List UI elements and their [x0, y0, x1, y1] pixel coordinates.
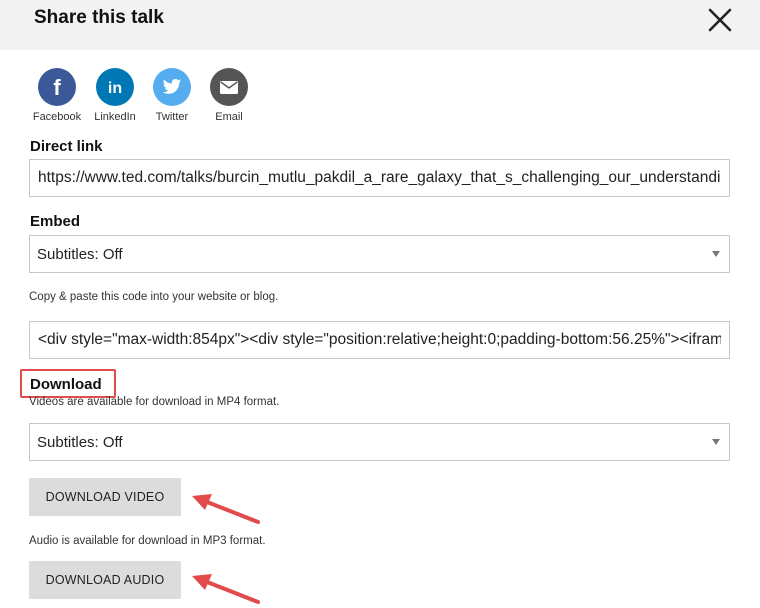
share-linkedin-label: LinkedIn	[94, 111, 136, 123]
svg-text:f: f	[53, 75, 61, 100]
download-subtitles-select[interactable]: Subtitles: Off	[29, 423, 730, 461]
share-email-label: Email	[215, 111, 243, 123]
close-icon	[708, 8, 732, 32]
share-email-button[interactable]: Email	[201, 68, 257, 123]
embed-code-value: <div style="max-width:854px"><div style=…	[38, 331, 721, 348]
chevron-down-icon	[712, 439, 720, 445]
close-button[interactable]	[706, 6, 734, 34]
video-download-note: Videos are available for download in MP4…	[29, 396, 280, 408]
annotation-arrow-icon	[192, 494, 260, 524]
download-video-button[interactable]: DOWNLOAD VIDEO	[29, 478, 181, 516]
download-audio-button[interactable]: DOWNLOAD AUDIO	[29, 561, 181, 599]
modal-header: Share this talk	[0, 0, 760, 50]
direct-link-label: Direct link	[30, 138, 103, 155]
share-twitter-label: Twitter	[155, 111, 189, 123]
embed-instructions: Copy & paste this code into your website…	[29, 291, 279, 303]
svg-text:in: in	[108, 80, 122, 97]
share-linkedin-button[interactable]: in LinkedIn	[87, 68, 143, 123]
direct-link-value: https://www.ted.com/talks/burcin_mutlu_p…	[38, 169, 721, 186]
facebook-icon: f	[38, 68, 76, 106]
share-twitter-button[interactable]: Twitter	[144, 68, 200, 123]
email-icon	[210, 68, 248, 106]
share-facebook-button[interactable]: f Facebook	[29, 68, 85, 123]
embed-subtitles-select[interactable]: Subtitles: Off	[29, 235, 730, 273]
share-facebook-label: Facebook	[32, 111, 82, 123]
linkedin-icon: in	[96, 68, 134, 106]
twitter-icon	[153, 68, 191, 106]
chevron-down-icon	[712, 251, 720, 257]
direct-link-field[interactable]: https://www.ted.com/talks/burcin_mutlu_p…	[29, 159, 730, 197]
download-subtitles-value: Subtitles: Off	[37, 433, 123, 451]
embed-subtitles-value: Subtitles: Off	[37, 245, 123, 263]
embed-label: Embed	[30, 213, 81, 230]
modal-title: Share this talk	[34, 7, 164, 28]
audio-download-note: Audio is available for download in MP3 f…	[29, 535, 266, 547]
annotation-arrow-icon	[192, 574, 260, 604]
annotation-highlight-box	[20, 369, 116, 398]
embed-code-field[interactable]: <div style="max-width:854px"><div style=…	[29, 321, 730, 359]
